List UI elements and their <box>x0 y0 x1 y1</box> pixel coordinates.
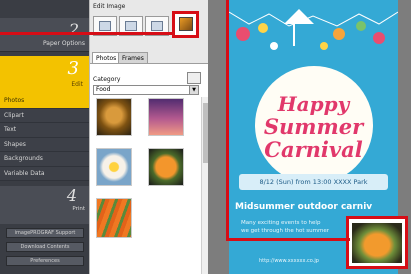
thumbnail-flower[interactable] <box>96 148 132 186</box>
category-select[interactable]: Food ▼ <box>93 85 199 95</box>
steps-sidebar: 2 Paper Options 3 Edit Photos Clipart Te… <box>0 0 89 274</box>
thumbnail-papaya[interactable] <box>148 148 184 186</box>
step-number: 4 <box>66 186 77 205</box>
view-toggle-button[interactable] <box>187 72 201 84</box>
step-edit[interactable]: 3 Edit <box>0 56 89 94</box>
poster-title-line3[interactable]: Carnival <box>229 137 398 162</box>
menu-item-backgrounds[interactable]: Backgrounds <box>0 152 89 167</box>
category-label: Category <box>93 76 121 83</box>
poster-body-line2[interactable]: we get through the hot summer <box>241 228 333 234</box>
edit-menu: Photos Clipart Text Shapes Backgrounds V… <box>0 94 89 181</box>
menu-item-text[interactable]: Text <box>0 123 89 138</box>
step-label: Paper Options <box>42 40 85 47</box>
chevron-down-icon: ▼ <box>189 86 198 94</box>
download-contents-button[interactable]: Download Contents <box>6 242 84 252</box>
menu-item-clipart[interactable]: Clipart <box>0 108 89 123</box>
menu-item-variable-data[interactable]: Variable Data <box>0 166 89 181</box>
poster-canvas: Happy Summer Carnival 8/12 (Sun) from 13… <box>208 0 411 274</box>
panel-title: Edit Image <box>93 3 126 10</box>
photo-icon <box>179 17 193 31</box>
step-number: 2 <box>68 20 79 39</box>
poster-body-line1[interactable]: Many exciting events to help <box>241 220 333 226</box>
callout-line-left <box>0 32 172 35</box>
poster-subheading[interactable]: Midsummer outdoor carniv <box>235 202 372 212</box>
step-paper-options[interactable]: 2 Paper Options <box>0 18 89 52</box>
menu-item-shapes[interactable]: Shapes <box>0 137 89 152</box>
photos-tab-content: Category Food ▼ <box>90 63 209 274</box>
support-button[interactable]: imagePROGRAF Support <box>6 228 84 238</box>
thumbnail-lion[interactable] <box>96 98 132 136</box>
placed-photo-frame[interactable] <box>346 216 408 269</box>
insert-photo-tool-button[interactable] <box>172 11 199 38</box>
callout-line-bottom <box>226 238 350 241</box>
step-label: Edit <box>71 81 83 88</box>
crop-icon <box>151 21 163 31</box>
garland-decoration <box>229 9 398 50</box>
placed-photo[interactable] <box>352 223 402 263</box>
callout-line-vertical <box>226 0 229 240</box>
poster-title-line2[interactable]: Summer <box>229 114 398 139</box>
menu-item-photos[interactable]: Photos <box>0 94 89 109</box>
step-print[interactable]: 4 Print <box>0 186 89 224</box>
preferences-button[interactable]: Preferences <box>6 256 84 266</box>
thumbnail-carrots[interactable] <box>96 198 132 238</box>
thumbnail-sunset-sky[interactable] <box>148 98 184 136</box>
date-banner[interactable]: 8/12 (Sun) from 13:00 XXXX Park <box>239 174 388 190</box>
edit-image-panel: Edit Image Photos Frames Category Food ▼ <box>89 0 209 274</box>
step-label: Print <box>72 206 85 212</box>
step-number: 3 <box>67 58 79 79</box>
poster-title-line1[interactable]: Happy <box>229 92 398 116</box>
poster-url[interactable]: http://www.xxxxxx.co.jp <box>259 258 319 264</box>
replace-icon <box>125 21 137 31</box>
image-icon <box>99 21 111 31</box>
category-value: Food <box>96 86 111 93</box>
